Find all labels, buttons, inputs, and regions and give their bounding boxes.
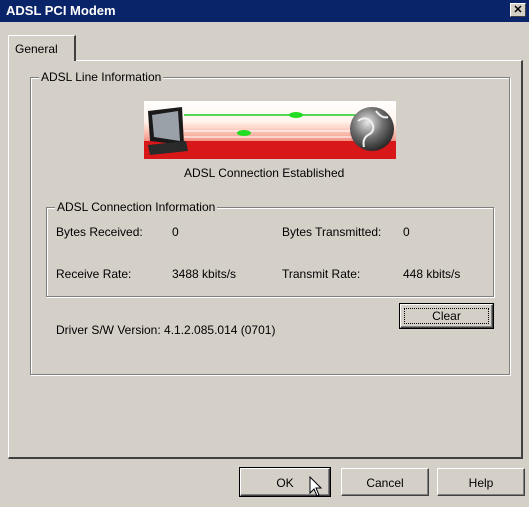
bytes-received-label: Bytes Received:	[56, 225, 143, 239]
receive-rate-value: 3488 kbits/s	[172, 267, 237, 281]
window-title: ADSL PCI Modem	[6, 3, 116, 18]
receive-rate-label: Receive Rate:	[56, 267, 132, 281]
clear-button-label: Clear	[432, 309, 461, 323]
ok-button-label: OK	[276, 476, 294, 490]
tab-general-label: General	[15, 42, 58, 56]
help-button[interactable]: Help	[437, 468, 525, 496]
clear-button[interactable]: Clear	[399, 303, 494, 329]
driver-version-text: Driver S/W Version: 4.1.2.085.014 (0701)	[56, 323, 276, 337]
cancel-button[interactable]: Cancel	[341, 468, 429, 496]
bytes-transmitted-label: Bytes Transmitted:	[282, 225, 382, 239]
help-button-label: Help	[468, 476, 494, 490]
close-button[interactable]: ✕	[510, 3, 526, 17]
bytes-transmitted-value: 0	[403, 225, 410, 239]
connection-info-group: ADSL Connection Information	[46, 200, 494, 297]
transmit-rate-value: 448 kbits/s	[403, 267, 461, 281]
transmit-rate-label: Transmit Rate:	[282, 267, 361, 281]
connection-info-group-label: ADSL Connection Information	[55, 200, 218, 214]
connection-status-text: ADSL Connection Established	[184, 166, 345, 180]
title-bar: ADSL PCI Modem ✕	[0, 0, 529, 22]
close-icon: ✕	[513, 4, 523, 16]
computer-icon	[148, 107, 188, 155]
cancel-button-label: Cancel	[366, 476, 404, 490]
connection-status-image	[144, 101, 396, 159]
line-info-group-label: ADSL Line Information	[39, 70, 164, 84]
mouse-cursor-icon	[309, 475, 323, 498]
bytes-received-value: 0	[172, 225, 179, 239]
globe-icon	[350, 107, 394, 151]
tab-general[interactable]: General	[8, 35, 76, 61]
